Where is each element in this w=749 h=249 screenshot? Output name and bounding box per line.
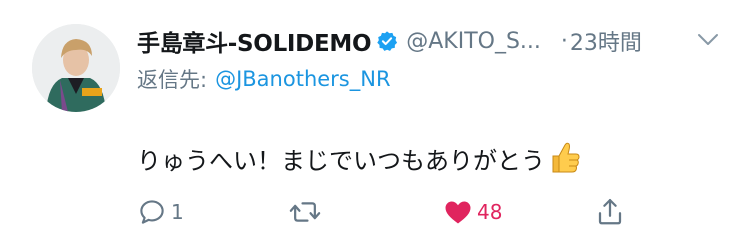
tweet-actions: 1 48 (137, 194, 637, 230)
header-separator: · (560, 28, 568, 54)
tweet-text: りゅうへい！まじでいつもありがとう (137, 138, 581, 178)
like-count: 48 (477, 200, 503, 224)
reply-context: 返信先: @JBanothers_NR (137, 62, 391, 96)
reply-button[interactable]: 1 (137, 194, 184, 230)
retweet-icon (289, 202, 321, 222)
reply-to-link[interactable]: @JBanothers_NR (215, 67, 390, 91)
avatar[interactable] (32, 24, 120, 112)
tweet-header: 手島章斗-SOLIDEMO @AKITO_S... · 23時間 (137, 22, 642, 60)
like-button[interactable]: 48 (443, 194, 502, 230)
verified-badge-icon (376, 30, 398, 52)
share-icon (598, 199, 622, 225)
reply-icon (140, 200, 164, 224)
author-name[interactable]: 手島章斗-SOLIDEMO (137, 24, 372, 58)
heart-icon (445, 201, 471, 224)
reply-prefix: 返信先: (137, 68, 208, 92)
reply-count: 1 (171, 200, 184, 224)
tweet-text-content: りゅうへい！まじでいつもありがとう (137, 146, 545, 175)
avatar-photo (32, 24, 120, 112)
retweet-button[interactable] (289, 194, 325, 230)
thumbs-up-icon (549, 141, 581, 175)
tweet-timestamp[interactable]: 23時間 (570, 25, 642, 57)
share-button[interactable] (595, 194, 625, 230)
chevron-down-icon[interactable] (696, 32, 720, 52)
author-handle[interactable]: @AKITO_S... (406, 29, 541, 54)
